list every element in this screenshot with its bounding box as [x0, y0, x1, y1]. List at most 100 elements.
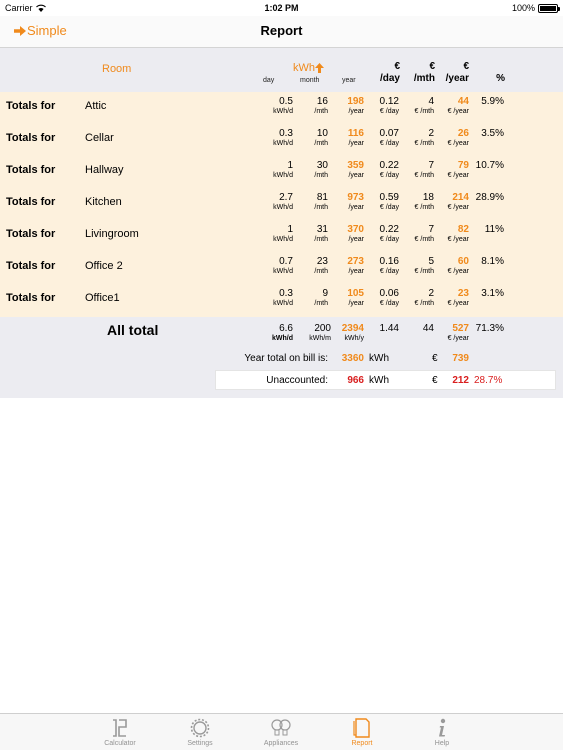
row-eur-year-value: 26 — [457, 128, 469, 139]
day-header: day — [263, 77, 275, 84]
tab-appliances[interactable]: Appliances — [241, 714, 321, 750]
row-kwh-mth-cell: 16/mth — [293, 96, 328, 117]
row-eur-year-cell: 82 € /year — [434, 224, 469, 245]
row-eur-mth-cell: 2 € /mth — [400, 288, 434, 309]
row-eur-year-cell: 23 € /year — [434, 288, 469, 309]
row-percent: 3.5% — [470, 128, 504, 139]
row-kwh-day-value: 1 — [287, 160, 293, 171]
table-row[interactable]: Totals for Hallway 1 kWh/d 30/mth 359/year 0.2… — [0, 156, 563, 188]
row-kwh-mth-value: 16 — [316, 96, 328, 107]
row-kwh-day-cell: 0.3 kWh/d — [255, 288, 293, 309]
row-eur-year-unit: € /year — [447, 172, 469, 179]
row-eur-year-unit: € /year — [447, 300, 469, 307]
row-percent: 10.7% — [470, 160, 504, 171]
tab-report[interactable]: Report — [322, 714, 402, 750]
row-totals-label: Totals for — [6, 164, 56, 176]
row-kwh-year-cell: 370/year — [330, 224, 364, 245]
table-row[interactable]: Totals for Kitchen 2.7 kWh/d 81/mth 973/year 0… — [0, 188, 563, 220]
unaccounted-kwh-unit: kWh — [369, 375, 389, 386]
navigation-bar: Simple Report — [0, 16, 563, 48]
table-row[interactable]: Totals for Office 2 0.7 kWh/d 23/mth 273/year… — [0, 252, 563, 284]
row-percent-value: 3.5% — [481, 128, 504, 139]
row-eur-year-cell: 214 € /year — [434, 192, 469, 213]
row-kwh-year-cell: 273/year — [330, 256, 364, 277]
row-eur-year-unit: € /year — [447, 268, 469, 275]
row-kwh-day-unit: kWh/d — [273, 172, 293, 179]
row-eur-day-value: 0.22 — [379, 224, 399, 235]
battery: 100% — [511, 3, 560, 13]
row-percent-value: 5.9% — [481, 96, 504, 107]
all-total-kwh-mth: 200 kWh/m — [309, 323, 331, 342]
row-kwh-year-value: 359 — [347, 160, 364, 171]
eur-mth-header-period: /mth — [413, 73, 435, 84]
table-row[interactable]: Totals for Cellar 0.3 kWh/d 10/mth 116/year 0.… — [0, 124, 563, 156]
row-eur-year-cell: 79 € /year — [434, 160, 469, 181]
percent-header: % — [496, 73, 505, 84]
unaccounted-eur-value: 212 — [452, 375, 469, 386]
kwh-header-label: kWh — [293, 62, 315, 74]
row-totals-label: Totals for — [6, 292, 56, 304]
row-eur-mth-cell: 5 € /mth — [400, 256, 434, 277]
eur-year-header-period: /year — [445, 73, 469, 84]
tab-help-label: Help — [434, 740, 450, 747]
row-eur-mth-value: 2 — [428, 128, 434, 139]
row-kwh-year-value: 273 — [347, 256, 364, 267]
row-kwh-mth-value: 9 — [322, 288, 328, 299]
table-row[interactable]: Totals for Attic 0.5 kWh/d 16/mth 198/year 0.1… — [0, 92, 563, 124]
row-eur-mth-value: 18 — [422, 192, 434, 203]
info-icon — [439, 718, 446, 737]
report-panel: Room kWh day month year € /day € /mth € … — [0, 48, 563, 398]
row-kwh-day-unit: kWh/d — [273, 140, 293, 147]
row-room-name: Office 2 — [85, 260, 123, 272]
tab-settings[interactable]: Settings — [160, 714, 240, 750]
battery-percent: 100% — [511, 3, 535, 13]
bill-kwh-value: 3360 — [341, 353, 364, 364]
row-kwh-day-value: 1 — [287, 224, 293, 235]
table-row[interactable]: Totals for Office1 0.3 kWh/d 9/mth 105/year 0.… — [0, 284, 563, 316]
tab-help[interactable]: Help — [402, 714, 482, 750]
year-header: year — [342, 77, 356, 84]
bill-eur-value: 739 — [452, 353, 469, 364]
row-totals-label: Totals for — [6, 196, 56, 208]
gear-icon — [190, 718, 210, 738]
row-kwh-mth-value: 30 — [316, 160, 328, 171]
tab-calculator-label: Calculator — [104, 740, 136, 747]
tab-calculator[interactable]: Calculator — [80, 714, 160, 750]
row-kwh-day-unit: kWh/d — [273, 268, 293, 275]
row-kwh-year-cell: 973/year — [330, 192, 364, 213]
row-eur-mth-value: 4 — [428, 96, 434, 107]
row-kwh-year-unit: /year — [348, 172, 364, 179]
kwh-sort-header[interactable]: kWh — [293, 62, 324, 74]
row-eur-day-unit: € /day — [379, 172, 399, 179]
row-eur-day-value: 0.06 — [379, 288, 399, 299]
row-totals-label: Totals for — [6, 228, 56, 240]
row-percent: 8.1% — [470, 256, 504, 267]
row-eur-year-unit: € /year — [447, 204, 469, 211]
row-eur-day-value: 0.16 — [379, 256, 399, 267]
room-sort-header[interactable]: Room — [102, 63, 131, 75]
row-eur-mth-value: 7 — [428, 224, 434, 235]
row-eur-year-cell: 60 € /year — [434, 256, 469, 277]
row-kwh-day-cell: 2.7 kWh/d — [255, 192, 293, 213]
all-total-title: All total — [107, 322, 159, 338]
room-rows: Totals for Attic 0.5 kWh/d 16/mth 198/year 0.1… — [0, 92, 563, 317]
all-total-eur-year: 527 € /year — [447, 323, 469, 342]
unaccounted-label: Unaccounted: — [266, 375, 328, 386]
eur-mth-header-sign: € — [429, 61, 435, 72]
row-kwh-day-unit: kWh/d — [273, 204, 293, 211]
row-eur-day-value: 0.12 — [379, 96, 399, 107]
row-percent: 3.1% — [470, 288, 504, 299]
row-kwh-mth-unit: /mth — [314, 172, 328, 179]
row-percent-value: 28.9% — [475, 192, 504, 203]
row-eur-year-value: 79 — [457, 160, 469, 171]
row-eur-year-value: 82 — [457, 224, 469, 235]
row-eur-year-value: 214 — [452, 192, 469, 203]
row-kwh-year-unit: /year — [348, 204, 364, 211]
clock: 1:02 PM — [264, 3, 299, 13]
row-kwh-year-unit: /year — [348, 300, 364, 307]
row-kwh-mth-cell: 31/mth — [293, 224, 328, 245]
row-kwh-mth-value: 10 — [316, 128, 328, 139]
table-row[interactable]: Totals for Livingroom 1 kWh/d 31/mth 370/year… — [0, 220, 563, 252]
row-eur-mth-value: 5 — [428, 256, 434, 267]
row-eur-year-unit: € /year — [447, 108, 469, 115]
